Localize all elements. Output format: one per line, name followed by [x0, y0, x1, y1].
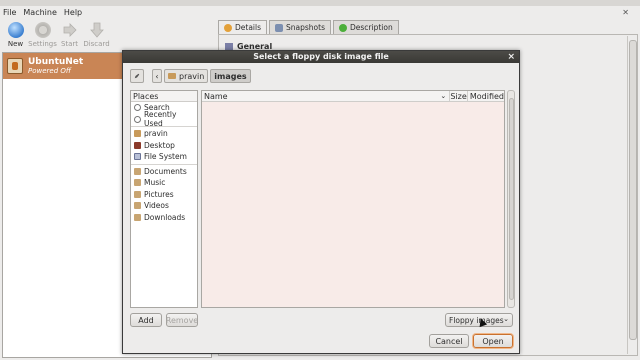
home-folder-icon: [168, 73, 176, 79]
place-label: Pictures: [144, 189, 174, 199]
path-back-button[interactable]: ‹: [152, 69, 162, 83]
place-label: Music: [144, 178, 166, 188]
place-videos[interactable]: Videos: [131, 200, 197, 212]
vm-name: UbuntuNet: [28, 57, 84, 67]
place-music[interactable]: Music: [131, 177, 197, 189]
places-header[interactable]: Places: [131, 91, 197, 102]
menu-file[interactable]: File: [3, 8, 16, 17]
tab-details-label: Details: [235, 23, 262, 32]
details-scroll-thumb[interactable]: [629, 40, 637, 340]
tab-description-label: Description: [349, 23, 393, 32]
sort-chevron-down-icon: ⌄: [440, 92, 447, 100]
tab-details[interactable]: Details: [218, 20, 268, 34]
gear-icon: [34, 22, 51, 38]
close-icon[interactable]: ×: [507, 51, 515, 63]
column-modified[interactable]: Modified: [468, 91, 504, 101]
details-tabs: Details Snapshots Description: [218, 20, 401, 34]
place-label: pravin: [144, 129, 168, 139]
tab-snapshots[interactable]: Snapshots: [269, 20, 331, 34]
tab-snapshots-label: Snapshots: [286, 23, 325, 32]
place-desktop[interactable]: Desktop: [131, 140, 197, 152]
column-name-label: Name: [204, 92, 228, 101]
ubuntu-os-icon: [7, 58, 23, 74]
open-button[interactable]: Open: [473, 334, 513, 348]
new-button[interactable]: New: [2, 19, 29, 51]
cancel-button[interactable]: Cancel: [429, 334, 469, 348]
column-name[interactable]: Name ⌄: [202, 91, 451, 101]
start-button[interactable]: Start: [56, 19, 83, 51]
path-parent-label: pravin: [179, 71, 205, 81]
place-label: File System: [144, 152, 187, 162]
place-label: Downloads: [144, 212, 186, 222]
column-size[interactable]: Size: [450, 91, 468, 101]
place-pictures[interactable]: Pictures: [131, 189, 197, 201]
path-current-label: images: [214, 71, 247, 81]
place-label: Videos: [144, 201, 169, 211]
home-folder-icon: [134, 130, 141, 138]
menu-help[interactable]: Help: [64, 8, 82, 17]
path-segment-home[interactable]: pravin: [164, 69, 209, 83]
add-bookmark-button[interactable]: Add: [130, 313, 162, 327]
place-downloads[interactable]: Downloads: [131, 212, 197, 224]
start-label: Start: [60, 40, 79, 48]
start-arrow-icon: [63, 23, 77, 37]
desktop-icon: [134, 141, 141, 149]
videos-folder-icon: [134, 202, 141, 210]
discard-button[interactable]: Discard: [83, 19, 110, 51]
file-list-header: Name ⌄ Size Modified: [202, 91, 504, 102]
path-segment-current[interactable]: images: [210, 69, 251, 83]
toolbar: New Settings Start Discard: [0, 19, 215, 51]
edit-location-button[interactable]: [130, 69, 144, 83]
place-home[interactable]: pravin: [131, 128, 197, 140]
place-label: Documents: [144, 166, 187, 176]
window-close-icon[interactable]: ✕: [622, 8, 629, 17]
file-chooser-dialog: Select a floppy disk image file × ‹ prav…: [122, 50, 520, 354]
file-list[interactable]: Name ⌄ Size Modified: [201, 90, 505, 308]
drive-icon: [134, 153, 141, 161]
discard-label: Discard: [83, 40, 110, 48]
tab-description[interactable]: Description: [332, 20, 399, 34]
search-icon: [134, 104, 141, 112]
settings-button[interactable]: Settings: [28, 19, 57, 51]
place-label: Recently Used: [143, 110, 177, 129]
places-sidebar: Places Search Recently Used pravin Deskt…: [130, 90, 198, 308]
details-gear-icon: [224, 23, 232, 32]
remove-bookmark-button[interactable]: Remove: [166, 313, 198, 327]
new-icon: [7, 22, 24, 38]
dialog-title-bar: Select a floppy disk image file ×: [123, 51, 519, 63]
menu-machine[interactable]: Machine: [23, 8, 57, 17]
place-documents[interactable]: Documents: [131, 166, 197, 178]
vm-state: Powered Off: [28, 67, 71, 75]
camera-icon: [275, 23, 284, 32]
details-scrollbar[interactable]: [627, 36, 637, 354]
documents-folder-icon: [134, 167, 141, 175]
place-recently-used[interactable]: Recently Used: [131, 110, 197, 128]
dialog-title: Select a floppy disk image file: [253, 52, 389, 61]
pencil-icon: [134, 73, 140, 79]
new-label: New: [7, 40, 24, 48]
path-bar: ‹ pravin images: [130, 69, 253, 83]
chevron-down-icon: ⌄: [503, 315, 509, 323]
menu-bar: File Machine Help ✕: [0, 6, 640, 18]
file-list-scroll-thumb[interactable]: [509, 98, 514, 300]
file-list-scrollbar[interactable]: [507, 90, 515, 308]
settings-label: Settings: [28, 40, 57, 48]
discard-arrow-icon: [89, 22, 104, 38]
pictures-folder-icon: [134, 190, 141, 198]
places-divider: [131, 163, 197, 165]
speech-bubble-icon: [338, 23, 347, 32]
place-label: Desktop: [144, 140, 175, 150]
place-file-system[interactable]: File System: [131, 151, 197, 163]
downloads-folder-icon: [134, 213, 141, 221]
music-folder-icon: [134, 179, 141, 187]
clock-icon: [134, 115, 141, 123]
